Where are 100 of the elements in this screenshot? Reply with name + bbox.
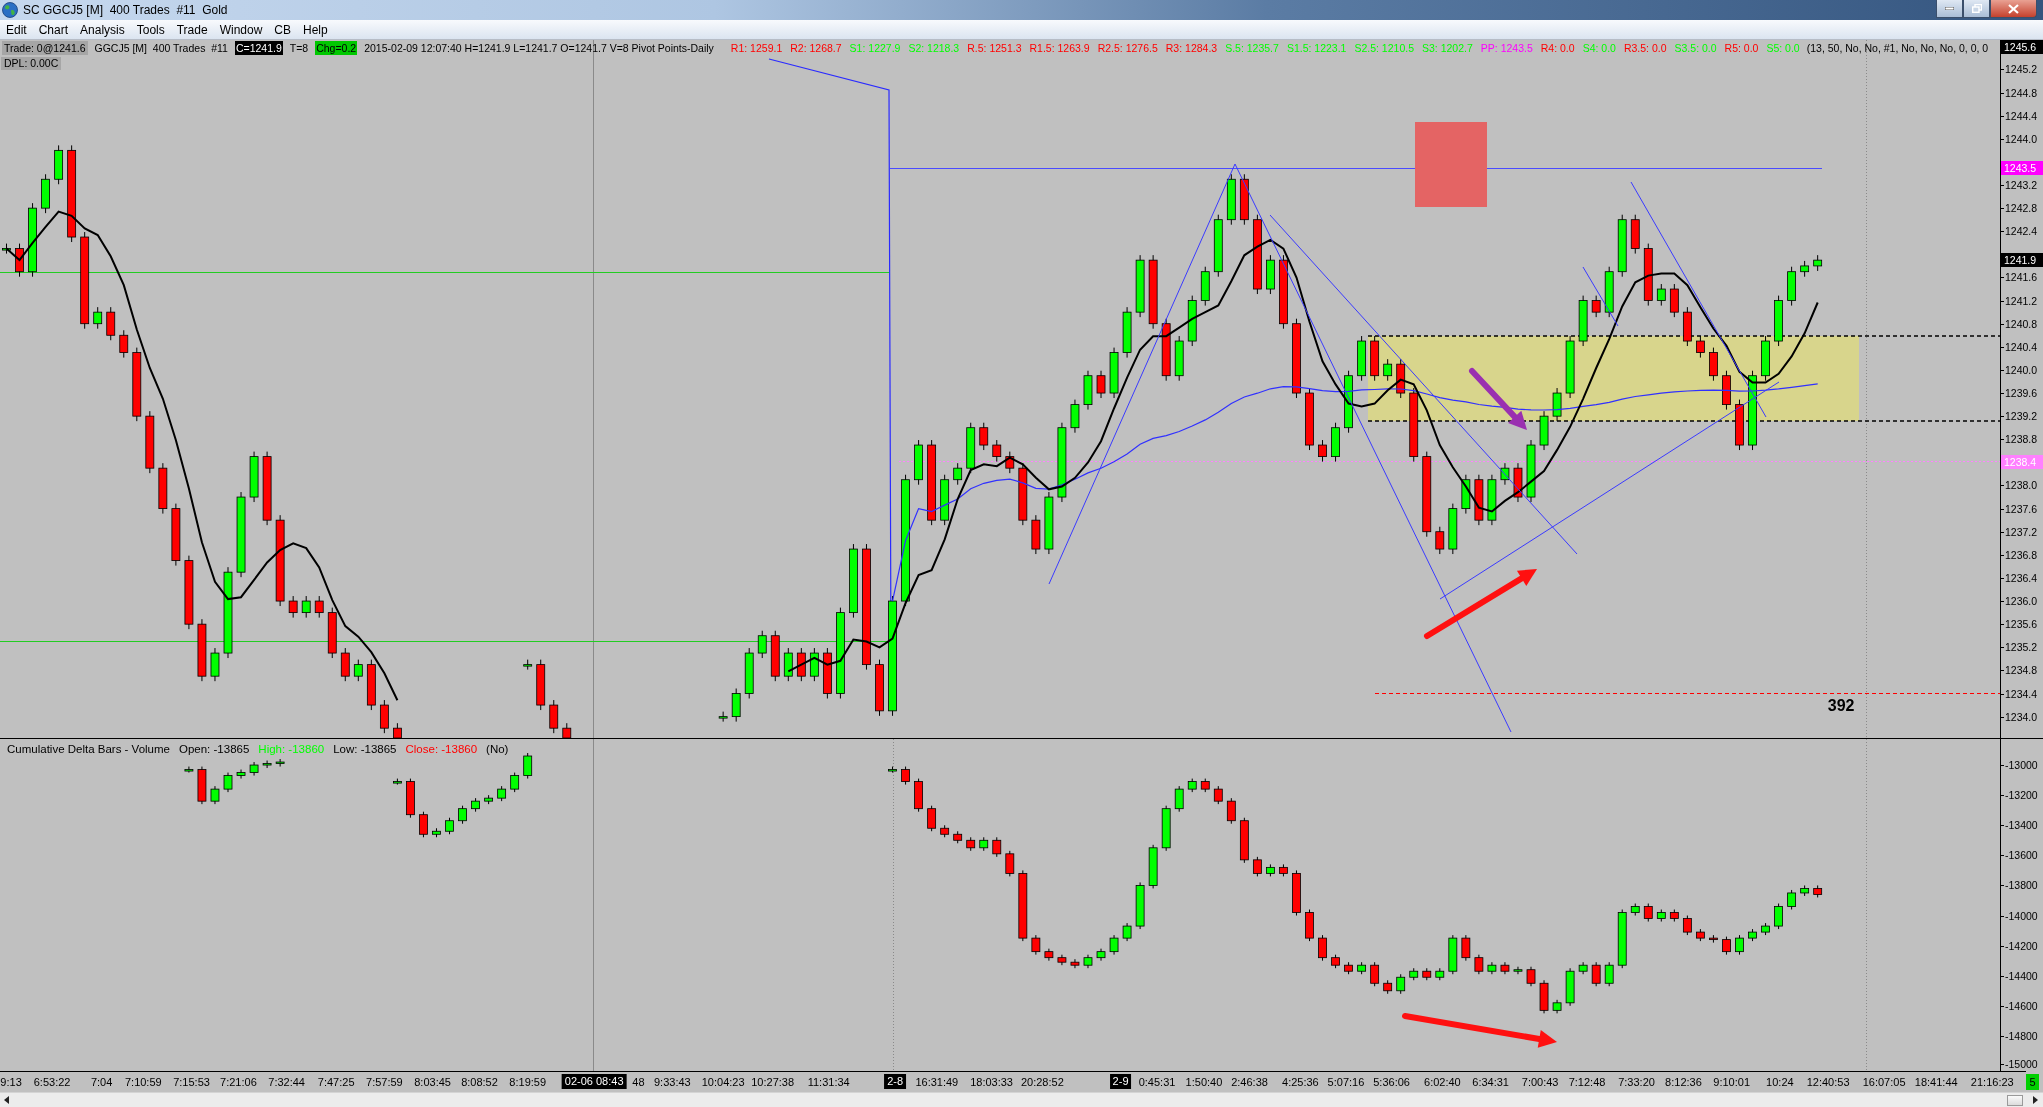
study-stat: High: -13860	[258, 742, 325, 756]
candle	[1474, 474, 1484, 526]
candle	[1357, 335, 1366, 382]
candle	[1487, 474, 1497, 526]
candle	[1109, 347, 1119, 399]
candle	[1617, 909, 1627, 969]
menu-item[interactable]: Chart	[32, 20, 75, 39]
time-label: 5:36:06	[1373, 1075, 1410, 1089]
candle	[484, 794, 493, 805]
candle	[1200, 266, 1210, 307]
menu-item[interactable]: Edit	[0, 20, 33, 39]
pivot-value: R5: 0.0	[1724, 41, 1759, 55]
candle	[419, 811, 428, 838]
candle	[1461, 474, 1471, 515]
candle	[992, 439, 1002, 463]
time-label: 16:31:49	[915, 1075, 959, 1089]
time-label: 18:41:44	[1914, 1075, 1958, 1089]
candle	[1682, 915, 1692, 936]
candle	[1813, 254, 1823, 272]
candle	[1187, 295, 1197, 347]
pivot-value: S.5: 1235.7	[1225, 41, 1279, 55]
pivot-value: S5: 0.0	[1766, 41, 1800, 55]
minimize-button[interactable]	[1936, 0, 1963, 18]
candle	[1305, 387, 1314, 451]
menu-item[interactable]: Help	[297, 20, 334, 39]
candle	[1031, 514, 1041, 555]
candle	[979, 422, 989, 451]
menu-item[interactable]: Window	[213, 20, 269, 39]
date-tag: 2-9	[1109, 1074, 1132, 1089]
time-label: 4:25:36	[1282, 1075, 1319, 1089]
candle	[1578, 295, 1588, 347]
candle	[1448, 503, 1458, 555]
candle	[1800, 260, 1810, 278]
pivot-value: S1: 1227.9	[849, 41, 901, 55]
minimize-icon	[1945, 7, 1954, 10]
price-label: 1236.4	[2005, 571, 2038, 585]
scrollbar-thumb[interactable]	[2007, 1094, 2023, 1106]
close-button[interactable]	[1990, 0, 2037, 18]
candle	[757, 630, 767, 659]
candle	[1643, 903, 1653, 923]
candle	[1318, 439, 1327, 463]
restore-button[interactable]	[1963, 0, 1990, 18]
level-label: 392	[1827, 696, 1855, 714]
candle	[275, 758, 285, 768]
delta-label: -15000	[2005, 1057, 2038, 1071]
candle	[1018, 462, 1028, 526]
candle	[1174, 785, 1184, 813]
candle	[1357, 961, 1366, 975]
menu-item[interactable]: Tools	[130, 20, 171, 39]
candle	[249, 451, 259, 503]
candle	[432, 827, 441, 838]
scroll-left-icon[interactable]	[4, 1096, 9, 1104]
candle	[1253, 856, 1262, 877]
price-label: 1234.4	[2005, 687, 2038, 700]
scroll-right-icon[interactable]	[2033, 1096, 2038, 1104]
candle	[1331, 954, 1340, 969]
candle	[41, 173, 50, 214]
menu-item[interactable]: CB	[268, 20, 297, 39]
candle	[823, 647, 832, 699]
candle	[1669, 909, 1679, 923]
candle	[340, 647, 350, 682]
time-label: 6:02:40	[1424, 1075, 1461, 1089]
delta-label: -14400	[2005, 969, 2038, 983]
horizontal-scrollbar[interactable]	[0, 1092, 2043, 1107]
candle	[119, 329, 129, 359]
price-label: 1239.6	[2005, 386, 2038, 400]
time-label: 16:07:05	[1862, 1075, 1906, 1089]
time-label: 7:21:06	[220, 1075, 257, 1089]
price-label: 1238.0	[2005, 479, 2038, 492]
candle	[223, 772, 233, 793]
price-label: 1234.8	[2005, 663, 2038, 677]
pivot-value: R2.5: 1276.5	[1097, 41, 1158, 55]
info-text: GGCJ5 [M] 400 Trades #11	[94, 41, 228, 55]
pivot-value: S2.5: 1210.5	[1354, 41, 1414, 55]
candle	[1344, 961, 1353, 975]
candle	[1656, 283, 1666, 307]
time-label: 20:28:52	[1020, 1075, 1064, 1089]
menu-item[interactable]: Analysis	[74, 20, 131, 39]
candle	[1630, 903, 1640, 916]
candle	[1552, 387, 1562, 422]
candle	[471, 797, 480, 813]
candle	[1409, 967, 1419, 981]
candle	[1383, 358, 1393, 382]
candle	[992, 836, 1002, 858]
candle	[783, 647, 793, 682]
delta-label: -14600	[2005, 999, 2038, 1013]
time-label: 7:15:53	[173, 1075, 210, 1089]
info-text: T=8	[289, 41, 309, 55]
menu-item[interactable]: Trade	[170, 20, 214, 39]
price-label: 1237.6	[2005, 502, 2038, 516]
candle	[249, 761, 259, 777]
study-stat: Low: -13865	[333, 742, 397, 756]
candle	[288, 595, 298, 619]
candle	[1031, 934, 1041, 956]
time-label: 1:50:40	[1185, 1075, 1223, 1089]
candle	[1800, 884, 1810, 897]
candle	[1448, 934, 1458, 975]
date-tag: 02-06 08:43	[561, 1074, 627, 1089]
candle	[1109, 934, 1119, 956]
candle	[1122, 306, 1132, 359]
